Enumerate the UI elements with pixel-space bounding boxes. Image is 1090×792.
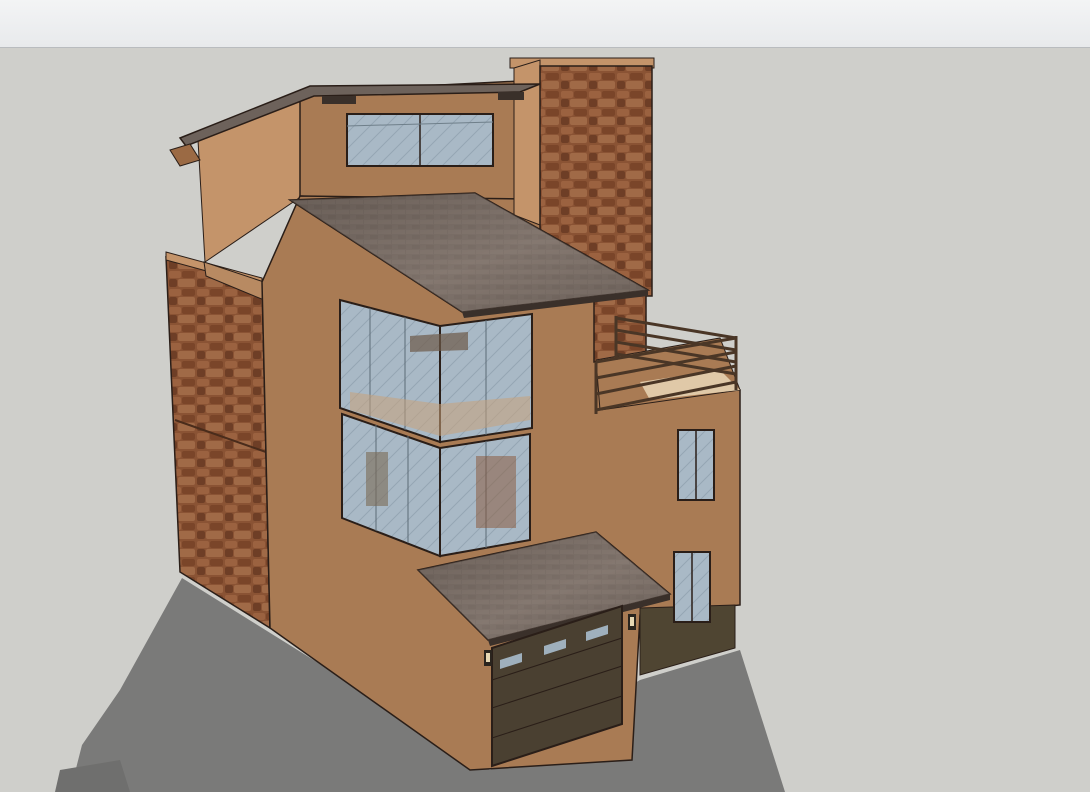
wall-lantern-icon bbox=[628, 614, 636, 630]
modeling-app-window bbox=[0, 0, 1090, 792]
clerestory-window bbox=[346, 113, 494, 167]
3d-viewport[interactable] bbox=[0, 48, 1090, 792]
wall-lantern-icon bbox=[484, 650, 492, 666]
side-window-lower bbox=[673, 551, 711, 623]
left-stone-wall bbox=[165, 251, 271, 630]
top-toolbar bbox=[0, 0, 1090, 48]
house-model-scene[interactable] bbox=[0, 48, 1090, 792]
side-window-upper bbox=[677, 429, 715, 501]
